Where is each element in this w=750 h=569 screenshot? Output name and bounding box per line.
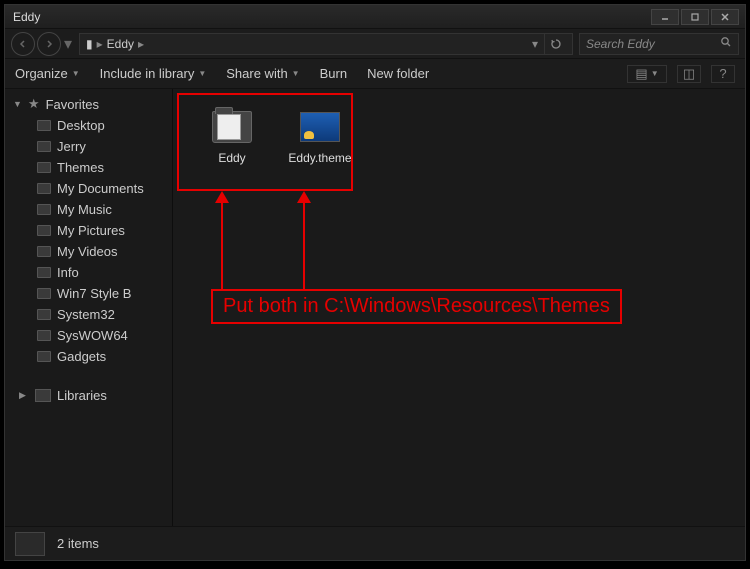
newfolder-label: New folder: [367, 66, 429, 81]
sidebar-item-desktop[interactable]: Desktop: [5, 115, 172, 136]
navigation-bar: ▾ ▮ ▸ Eddy ▸ ▾ Search Eddy: [5, 29, 745, 59]
organize-label: Organize: [15, 66, 68, 81]
sidebar-item-mymusic[interactable]: My Music: [5, 199, 172, 220]
favorites-header[interactable]: ▼ ★ Favorites: [5, 93, 172, 115]
annotation-text-box: Put both in C:\Windows\Resources\Themes: [211, 289, 622, 324]
sidebar-item-label: My Documents: [57, 181, 144, 196]
sidebar-item-system32[interactable]: System32: [5, 304, 172, 325]
explorer-window: Eddy ▾ ▮ ▸ Eddy ▸ ▾ Search Eddy O: [4, 4, 746, 561]
folder-icon: [37, 204, 51, 215]
breadcrumb-separator-icon: ▸: [138, 37, 144, 51]
window-title: Eddy: [11, 10, 651, 24]
sidebar-item-label: SysWOW64: [57, 328, 128, 343]
refresh-button[interactable]: [544, 33, 566, 55]
folder-icon: [37, 246, 51, 257]
sidebar-item-label: Themes: [57, 160, 104, 175]
folder-icon: [37, 141, 51, 152]
chevron-down-icon: ▼: [651, 69, 659, 78]
sidebar-item-label: Gadgets: [57, 349, 106, 364]
collapse-icon: ▼: [13, 99, 22, 109]
burn-label: Burn: [320, 66, 347, 81]
view-options-button[interactable]: ▤▼: [627, 65, 667, 83]
folder-icon: [37, 120, 51, 131]
explorer-body: ▼ ★ Favorites Desktop Jerry Themes My Do…: [5, 89, 745, 526]
sidebar-item-label: Desktop: [57, 118, 105, 133]
view-icon: ▤: [635, 66, 647, 82]
forward-button[interactable]: [37, 32, 61, 56]
search-input[interactable]: Search Eddy: [579, 33, 739, 55]
annotation-selection-box: [177, 93, 353, 191]
include-label: Include in library: [100, 66, 195, 81]
folder-icon: [37, 267, 51, 278]
libraries-icon: [35, 389, 51, 402]
sidebar-item-label: Jerry: [57, 139, 86, 154]
sidebar-item-win7styleb[interactable]: Win7 Style B: [5, 283, 172, 304]
share-label: Share with: [226, 66, 287, 81]
titlebar[interactable]: Eddy: [5, 5, 745, 29]
preview-pane-icon: ◫: [683, 66, 695, 82]
minimize-button[interactable]: [651, 9, 679, 25]
command-bar: Organize▼ Include in library▼ Share with…: [5, 59, 745, 89]
sidebar-item-syswow64[interactable]: SysWOW64: [5, 325, 172, 346]
address-bar[interactable]: ▮ ▸ Eddy ▸ ▾: [79, 33, 573, 55]
help-icon: ?: [719, 66, 726, 81]
libraries-label: Libraries: [57, 388, 107, 403]
preview-pane-button[interactable]: ◫: [677, 65, 701, 83]
file-pane[interactable]: Eddy Eddy.theme Put both in C:\Windows\R…: [173, 89, 745, 526]
sidebar-item-label: Info: [57, 265, 79, 280]
burn-button[interactable]: Burn: [320, 66, 347, 81]
include-library-menu[interactable]: Include in library▼: [100, 66, 207, 81]
sidebar-item-mydocuments[interactable]: My Documents: [5, 178, 172, 199]
status-bar: 2 items: [5, 526, 745, 560]
chevron-down-icon: ▼: [292, 69, 300, 78]
sidebar-item-mypictures[interactable]: My Pictures: [5, 220, 172, 241]
chevron-down-icon: ▼: [72, 69, 80, 78]
status-count: 2 items: [57, 536, 99, 551]
status-folder-icon: [15, 532, 45, 556]
favorites-label: Favorites: [46, 97, 99, 112]
sidebar-item-label: My Music: [57, 202, 112, 217]
sidebar-item-gadgets[interactable]: Gadgets: [5, 346, 172, 367]
star-icon: ★: [28, 96, 40, 112]
folder-icon: [37, 288, 51, 299]
new-folder-button[interactable]: New folder: [367, 66, 429, 81]
breadcrumb-separator-icon: ▸: [97, 37, 103, 51]
search-placeholder: Search Eddy: [586, 37, 655, 51]
libraries-header[interactable]: ▶ Libraries: [5, 385, 172, 406]
organize-menu[interactable]: Organize ▼: [15, 66, 80, 81]
sidebar-item-jerry[interactable]: Jerry: [5, 136, 172, 157]
sidebar-item-myvideos[interactable]: My Videos: [5, 241, 172, 262]
expand-icon: ▶: [19, 390, 29, 401]
close-button[interactable]: [711, 9, 739, 25]
history-dropdown[interactable]: ▾: [63, 34, 73, 54]
nav-arrows: ▾: [11, 32, 73, 56]
address-dropdown-icon[interactable]: ▾: [532, 37, 538, 51]
help-button[interactable]: ?: [711, 65, 735, 83]
annotation-arrow: [303, 193, 305, 289]
folder-icon: [37, 309, 51, 320]
breadcrumb-folder[interactable]: Eddy: [107, 37, 134, 51]
annotation-arrow: [221, 193, 223, 289]
navigation-pane[interactable]: ▼ ★ Favorites Desktop Jerry Themes My Do…: [5, 89, 173, 526]
chevron-down-icon: ▼: [198, 69, 206, 78]
search-icon: [720, 36, 732, 51]
sidebar-item-label: Win7 Style B: [57, 286, 131, 301]
folder-icon: ▮: [86, 37, 93, 51]
folder-icon: [37, 351, 51, 362]
share-menu[interactable]: Share with ▼: [226, 66, 299, 81]
window-controls: [651, 9, 739, 25]
folder-icon: [37, 162, 51, 173]
sidebar-item-label: My Videos: [57, 244, 117, 259]
sidebar-item-info[interactable]: Info: [5, 262, 172, 283]
sidebar-item-label: System32: [57, 307, 115, 322]
folder-icon: [37, 225, 51, 236]
sidebar-item-themes[interactable]: Themes: [5, 157, 172, 178]
folder-icon: [37, 183, 51, 194]
sidebar-item-label: My Pictures: [57, 223, 125, 238]
folder-icon: [37, 330, 51, 341]
maximize-button[interactable]: [681, 9, 709, 25]
annotation-text: Put both in C:\Windows\Resources\Themes: [223, 295, 610, 317]
back-button[interactable]: [11, 32, 35, 56]
